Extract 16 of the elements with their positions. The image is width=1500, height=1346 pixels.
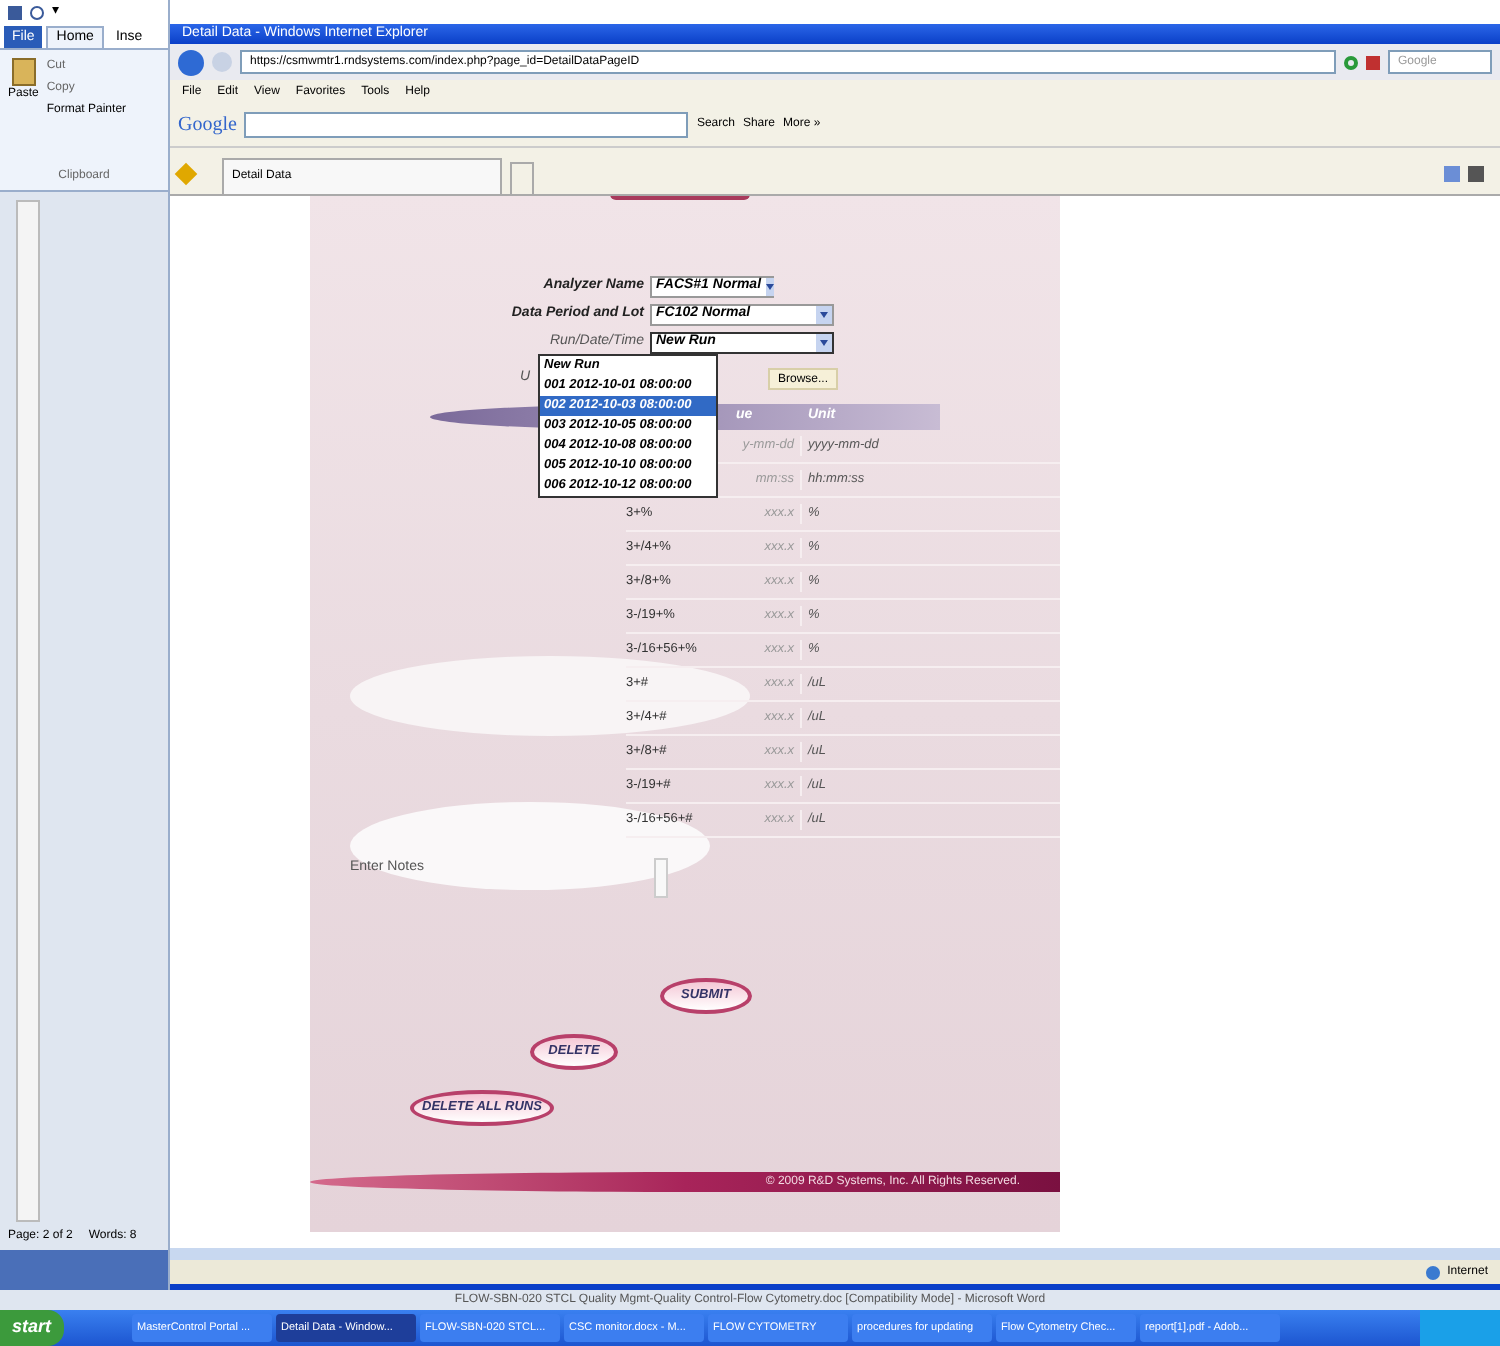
back-icon[interactable] bbox=[178, 49, 204, 75]
start-button[interactable]: start bbox=[0, 1310, 64, 1346]
undo-icon[interactable] bbox=[30, 5, 44, 19]
stop-icon[interactable] bbox=[1366, 55, 1380, 69]
caret-icon bbox=[816, 305, 832, 323]
notes-field[interactable] bbox=[653, 858, 668, 898]
clipboard-icon[interactable] bbox=[11, 58, 36, 86]
google-logo: Google bbox=[178, 112, 237, 140]
save-icon[interactable] bbox=[8, 5, 22, 19]
refresh-icon[interactable] bbox=[1344, 55, 1358, 69]
new-tab-button[interactable] bbox=[510, 162, 534, 194]
google-search-field[interactable] bbox=[244, 112, 689, 138]
caret-icon bbox=[765, 277, 774, 295]
caret-icon bbox=[816, 333, 832, 351]
globe-icon bbox=[1425, 1265, 1440, 1279]
system-tray bbox=[1420, 1310, 1500, 1346]
